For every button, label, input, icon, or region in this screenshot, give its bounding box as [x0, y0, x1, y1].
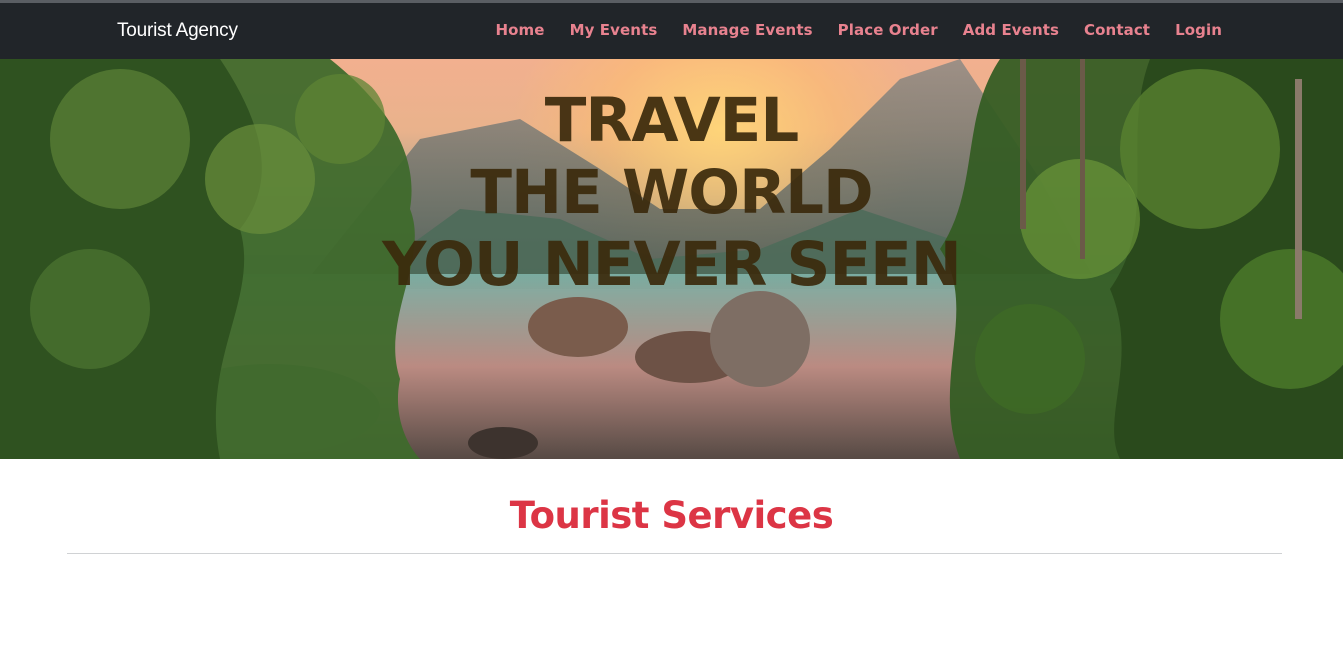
nav-login[interactable]: Login [1175, 21, 1222, 39]
hero-line-2: THE WORLD [470, 157, 873, 228]
nav-contact[interactable]: Contact [1084, 21, 1150, 39]
navbar: Tourist Agency Home My Events Manage Eve… [0, 3, 1343, 59]
section-divider [67, 553, 1282, 554]
hero-line-1: TRAVEL [544, 85, 799, 156]
hero-banner: TRAVEL THE WORLD YOU NEVER SEEN [0, 59, 1343, 459]
services-title: Tourist Services [509, 494, 834, 537]
nav-links: Home My Events Manage Events Place Order… [471, 21, 1223, 39]
hero-line-3: YOU NEVER SEEN [382, 229, 962, 300]
nav-add-events[interactable]: Add Events [963, 21, 1059, 39]
brand-link[interactable]: Tourist Agency [117, 20, 238, 42]
nav-home[interactable]: Home [496, 21, 545, 39]
hero-headline: TRAVEL THE WORLD YOU NEVER SEEN [0, 85, 1343, 301]
nav-my-events[interactable]: My Events [570, 21, 658, 39]
nav-manage-events[interactable]: Manage Events [682, 21, 812, 39]
nav-place-order[interactable]: Place Order [838, 21, 938, 39]
